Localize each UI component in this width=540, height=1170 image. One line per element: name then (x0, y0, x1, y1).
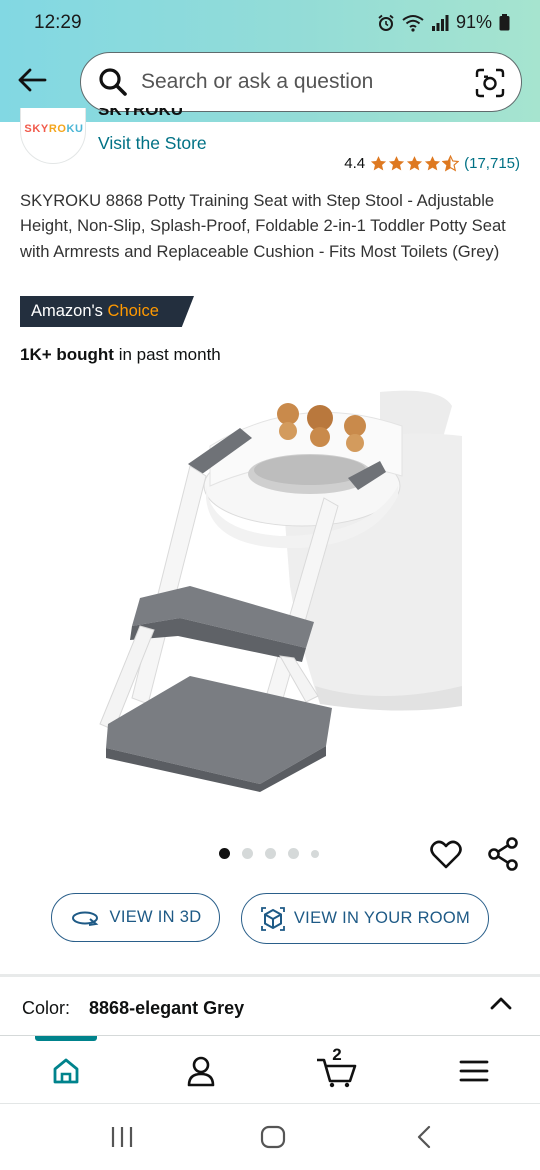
back-system-button[interactable] (414, 1124, 434, 1150)
pagination-dot[interactable] (265, 848, 276, 859)
rating-row[interactable]: 4.4 (17,715) (344, 155, 520, 172)
rating-value: 4.4 (344, 155, 366, 172)
share-icon[interactable] (487, 837, 519, 871)
section-divider (0, 974, 540, 977)
active-tab-indicator (35, 1036, 97, 1041)
bottom-navigation: 2 (0, 1035, 540, 1103)
ar-cube-icon (260, 906, 285, 931)
camera-search-icon[interactable] (475, 68, 505, 98)
color-label: Color: (22, 998, 71, 1018)
status-icons: 91% (377, 12, 510, 33)
view-in-your-room-button[interactable]: VIEW IN YOUR ROOM (241, 893, 489, 944)
nav-cart[interactable]: 2 (316, 1045, 358, 1091)
signal-icon (431, 14, 449, 31)
star-icon (407, 156, 423, 171)
badge-suffix: Choice (107, 302, 159, 320)
visit-store-link[interactable]: Visit the Store (98, 133, 207, 154)
nav-menu[interactable] (454, 1051, 494, 1091)
pagination-dot[interactable] (219, 848, 230, 859)
color-selector[interactable]: Color: 8868-elegant Grey (22, 998, 244, 1019)
back-chevron-icon (417, 1125, 431, 1149)
recent-apps-button[interactable] (110, 1124, 134, 1150)
store-name-wrap: SKYROKU (98, 108, 183, 123)
home-circle-icon (260, 1125, 286, 1149)
system-navigation-bar (0, 1104, 540, 1170)
view-in-your-room-label: VIEW IN YOUR ROOM (293, 909, 471, 927)
back-button[interactable] (14, 62, 50, 98)
search-input[interactable] (141, 70, 461, 94)
rotate-3d-icon (71, 911, 98, 926)
store-name: SKYROKU (98, 108, 184, 119)
nav-account[interactable] (181, 1051, 221, 1091)
store-logo-text: SKYROKU (24, 123, 84, 135)
half-star-icon (442, 155, 460, 172)
pagination-dot[interactable] (311, 849, 319, 858)
heart-icon[interactable] (430, 840, 462, 870)
star-icon (371, 156, 387, 171)
product-image[interactable] (80, 386, 462, 792)
bought-in-past-month: 1K+ bought in past month (20, 345, 221, 365)
pagination-dot[interactable] (288, 848, 299, 859)
account-icon (187, 1056, 215, 1087)
search-bar[interactable] (80, 52, 522, 112)
back-arrow-icon (18, 68, 47, 92)
nav-home[interactable] (46, 1051, 86, 1091)
image-pagination[interactable] (219, 848, 319, 859)
chevron-up-icon[interactable] (488, 994, 514, 1012)
star-icon (425, 156, 441, 171)
star-icon (389, 156, 405, 171)
home-system-button[interactable] (260, 1124, 286, 1150)
top-header: 12:29 91% (0, 0, 540, 122)
home-icon (53, 1058, 79, 1084)
bought-count: 1K+ bought (20, 345, 114, 364)
battery-percent: 91% (455, 12, 492, 32)
store-logo[interactable]: SKYROKU (20, 108, 86, 164)
star-rating (370, 155, 460, 172)
battery-icon (499, 14, 510, 31)
amazons-choice-badge[interactable]: Amazon's Choice (20, 296, 194, 327)
status-time: 12:29 (34, 12, 82, 33)
product-title: SKYROKU 8868 Potty Training Seat with St… (20, 191, 506, 261)
cart-count: 2 (332, 1045, 342, 1064)
badge-prefix: Amazon's (31, 302, 103, 320)
rating-count[interactable]: (17,715) (464, 155, 520, 172)
menu-icon (459, 1060, 489, 1082)
pagination-dot[interactable] (242, 848, 253, 859)
bought-period: in past month (113, 345, 221, 364)
search-icon (99, 68, 127, 96)
color-value: 8868-elegant Grey (89, 998, 245, 1018)
wifi-icon (402, 14, 424, 32)
view-in-3d-button[interactable]: VIEW IN 3D (51, 893, 220, 942)
view-in-3d-label: VIEW IN 3D (109, 908, 202, 926)
alarm-icon (378, 14, 394, 31)
recent-apps-icon (111, 1127, 133, 1147)
status-bar: 12:29 91% (0, 0, 540, 48)
